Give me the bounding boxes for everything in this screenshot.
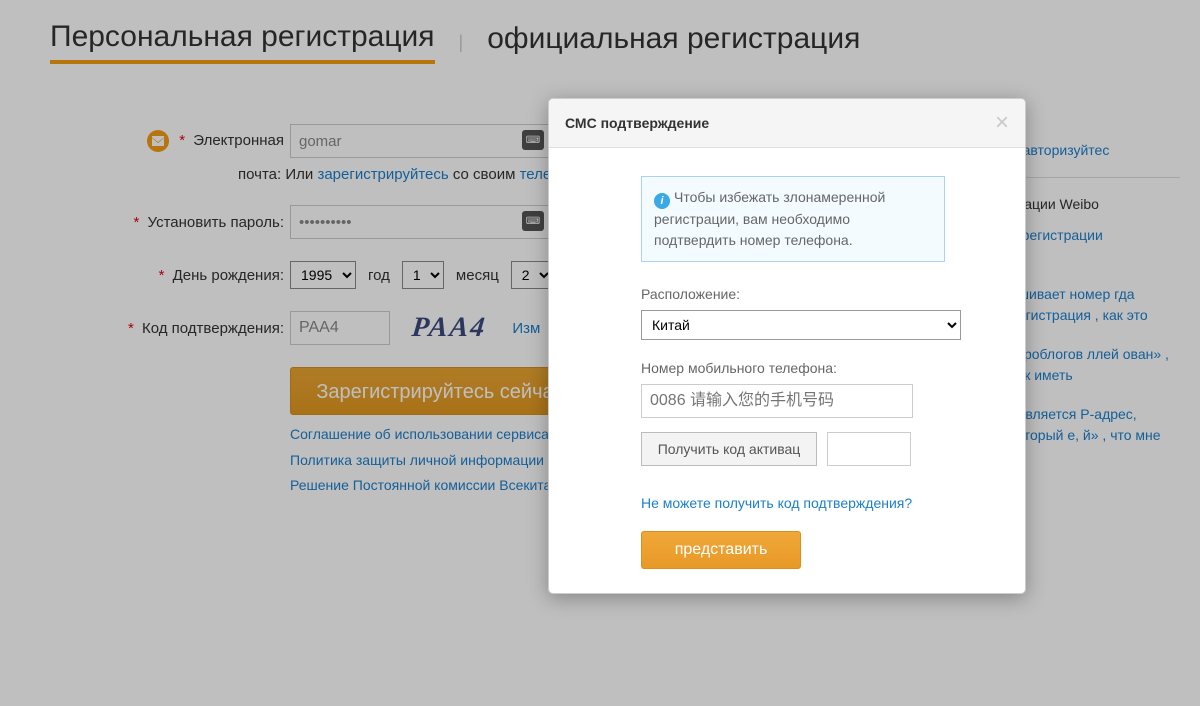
phone-label: Номер мобильного телефона: bbox=[641, 360, 945, 376]
location-label: Расположение: bbox=[641, 286, 945, 302]
phone-input[interactable] bbox=[641, 384, 913, 418]
get-code-button[interactable]: Получить код активац bbox=[641, 432, 817, 466]
modal-title: СМС подтверждение bbox=[565, 115, 709, 131]
close-icon[interactable]: × bbox=[995, 111, 1009, 135]
cant-get-code-link[interactable]: Не можете получить код подтверждения? bbox=[641, 490, 912, 517]
info-text: Чтобы избежать злонамеренной регистрации… bbox=[654, 189, 885, 248]
info-box: iЧтобы избежать злонамеренной регистраци… bbox=[641, 176, 945, 262]
modal-submit-button[interactable]: представить bbox=[641, 531, 801, 569]
code-input[interactable] bbox=[827, 432, 911, 466]
info-icon: i bbox=[654, 193, 670, 209]
sms-modal: СМС подтверждение × iЧтобы избежать злон… bbox=[548, 98, 1026, 594]
location-select[interactable]: Китай bbox=[641, 310, 961, 340]
